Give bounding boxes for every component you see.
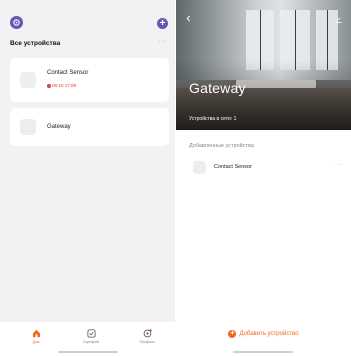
device-card-contact-sensor[interactable]: Contact Sensor ! 09-10 17:08 xyxy=(10,58,169,102)
gateway-screen: Gateway Устройства в сети: 1 Добавленные… xyxy=(176,0,351,356)
gateway-title: Gateway xyxy=(189,80,246,96)
gateway-thumbnail xyxy=(20,119,36,135)
back-chevron-icon[interactable] xyxy=(185,15,192,22)
home-indicator xyxy=(233,351,293,353)
online-devices-count: Устройства в сети: 1 xyxy=(189,116,237,122)
nav-home-label: Дом xyxy=(32,340,40,344)
device-name: Contact Sensor xyxy=(47,70,89,76)
nav-scenes[interactable]: Сценарий xyxy=(71,329,111,344)
home-header: + xyxy=(0,0,175,42)
device-status: ! 09-10 17:08 xyxy=(47,83,76,88)
home-indicator xyxy=(58,351,118,353)
list-item-contact-sensor[interactable]: Contact Sensor ··· xyxy=(176,156,351,180)
home-icon xyxy=(32,329,40,338)
alert-icon: ! xyxy=(47,83,51,88)
home-settings-icon[interactable] xyxy=(10,16,23,29)
contact-sensor-thumbnail xyxy=(193,161,206,174)
nav-profile[interactable]: Профиль xyxy=(127,329,167,344)
home-screen: + Все устройства ··· Contact Sensor ! 09… xyxy=(0,0,175,356)
plus-circle-icon: + xyxy=(228,330,237,338)
more-options-icon[interactable]: ··· xyxy=(158,38,167,45)
all-devices-title: Все устройства xyxy=(10,40,61,47)
added-devices-section-label: Добавленные устройства xyxy=(189,143,254,149)
profile-icon xyxy=(143,329,152,338)
device-name: Contact Sensor xyxy=(214,164,252,170)
contact-sensor-thumbnail xyxy=(20,72,36,88)
device-name: Gateway xyxy=(47,124,71,130)
gateway-hero-image: Gateway Устройства в сети: 1 xyxy=(176,0,351,130)
nav-home[interactable]: Дом xyxy=(16,329,56,344)
nav-scenes-label: Сценарий xyxy=(82,340,100,344)
device-status-time: 09-10 17:08 xyxy=(52,83,77,88)
device-card-gateway[interactable]: Gateway xyxy=(10,108,169,146)
add-device-plus-button[interactable]: + xyxy=(157,18,168,29)
scene-check-icon xyxy=(86,329,96,338)
gear-icon xyxy=(13,19,20,26)
edit-pencil-icon[interactable] xyxy=(335,16,342,23)
add-device-label: Добавить устройство xyxy=(239,331,299,337)
device-more-icon[interactable]: ··· xyxy=(335,162,342,168)
nav-profile-label: Профиль xyxy=(139,340,155,344)
add-device-button[interactable]: + Добавить устройство xyxy=(176,327,351,341)
